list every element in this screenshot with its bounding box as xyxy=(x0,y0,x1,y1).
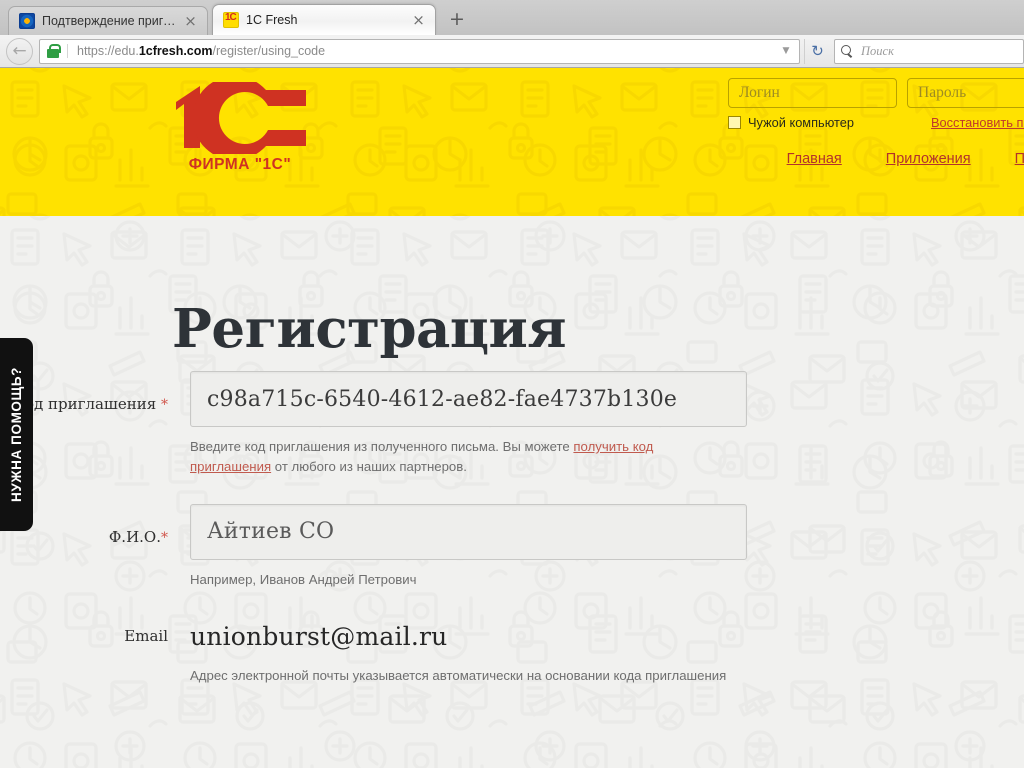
main-content: НУЖНА ПОМОЩЬ? Регистрация Код приглашени… xyxy=(0,216,1024,768)
credential-inputs: Логин Пароль xyxy=(728,78,1024,108)
tab-title: Подтверждение приглаш... xyxy=(42,14,176,28)
foreign-computer-label: Чужой компьютер xyxy=(748,115,854,130)
chevron-down-icon[interactable]: ▼ xyxy=(777,46,795,56)
lock-icon xyxy=(47,44,61,58)
browser-tab-active[interactable]: 1C Fresh × xyxy=(212,4,436,35)
invite-code-field: c98a715c-6540-4612-ae82-fae4737b130e Вве… xyxy=(190,371,1024,478)
email-hint: Адрес электронной почты указывается авто… xyxy=(190,668,727,684)
required-marker: * xyxy=(161,397,168,413)
invite-code-label-text: Код приглашения xyxy=(13,395,157,413)
browser-chrome: Подтверждение приглаш... × 1C Fresh × + … xyxy=(0,0,1024,68)
search-input[interactable]: Поиск xyxy=(834,38,1024,64)
generic-site-icon xyxy=(19,13,35,29)
page-title: Регистрация xyxy=(172,297,567,360)
new-tab-button[interactable]: + xyxy=(443,6,471,34)
full-name-hint: Например, Иванов Андрей Петрович xyxy=(190,571,417,587)
account-options: Чужой компьютер Восстановить пароль xyxy=(728,115,1024,130)
reload-icon[interactable]: ↻ xyxy=(804,38,830,64)
account-panel: Логин Пароль Чужой компьютер Восстановит… xyxy=(728,78,1024,130)
close-icon[interactable]: × xyxy=(410,12,427,29)
close-icon[interactable]: × xyxy=(182,13,199,30)
site-header: ФИРМА "1С" Логин Пароль Чужой компьютер … xyxy=(0,68,1024,216)
password-input[interactable]: Пароль xyxy=(907,78,1024,108)
search-icon xyxy=(841,44,854,58)
invite-code-hint: Введите код приглашения из полученного п… xyxy=(190,437,730,478)
full-name-field: Айтиев СО Например, Иванов Андрей Петров… xyxy=(190,503,1024,590)
tab-strip: Подтверждение приглаш... × 1C Fresh × + xyxy=(0,0,1024,35)
invite-code-hint-text-1: Введите код приглашения из полученного п… xyxy=(190,439,574,454)
checkbox-icon[interactable] xyxy=(728,116,741,129)
restore-password-link[interactable]: Восстановить пароль xyxy=(931,115,1024,130)
tab-title: 1C Fresh xyxy=(246,13,298,27)
site-navigation: Главная Приложения Преимущества xyxy=(787,151,1024,167)
url-scheme: https://edu. xyxy=(77,44,139,58)
page-viewport: ФИРМА "1С" Логин Пароль Чужой компьютер … xyxy=(0,68,1024,768)
email-label: Email xyxy=(124,627,168,646)
need-help-label: НУЖНА ПОМОЩЬ? xyxy=(9,366,24,503)
email-value: unionburst@mail.ru xyxy=(190,622,448,652)
required-marker: * xyxy=(161,529,168,546)
search-placeholder: Поиск xyxy=(861,43,894,58)
url-bar[interactable]: https://edu.1cfresh.com/register/using_c… xyxy=(39,38,800,64)
1c-logo-mark xyxy=(176,82,306,154)
form-row-email: Email unionburst@mail.ru Адрес электронн… xyxy=(0,620,1024,686)
foreign-computer-checkbox-row[interactable]: Чужой компьютер xyxy=(728,115,911,130)
full-name-label-text: Ф.И.О. xyxy=(108,527,161,546)
nav-item-home[interactable]: Главная xyxy=(787,151,842,167)
url-domain: 1cfresh.com xyxy=(138,44,213,58)
nav-item-applications[interactable]: Приложения xyxy=(886,151,971,167)
navigation-toolbar: ← https://edu.1cfresh.com/register/using… xyxy=(0,35,1024,68)
registration-form: Код приглашения * c98a715c-6540-4612-ae8… xyxy=(0,371,1024,687)
form-row-full-name: Ф.И.О.* Айтиев СО Например, Иванов Андре… xyxy=(0,503,1024,590)
url-text: https://edu.1cfresh.com/register/using_c… xyxy=(67,44,777,58)
need-help-tab[interactable]: НУЖНА ПОМОЩЬ? xyxy=(0,338,33,531)
login-input[interactable]: Логин xyxy=(728,78,897,108)
full-name-input[interactable]: Айтиев СО xyxy=(190,503,747,560)
1c-logo[interactable]: ФИРМА "1С" xyxy=(170,82,310,174)
invite-code-input[interactable]: c98a715c-6540-4612-ae82-fae4737b130e xyxy=(190,371,747,427)
email-field: unionburst@mail.ru Адрес электронной поч… xyxy=(190,620,1024,686)
url-path: /register/using_code xyxy=(212,44,326,58)
1c-favicon-icon xyxy=(223,12,239,28)
logo-caption: ФИРМА "1С" xyxy=(188,156,292,173)
browser-tab-inactive[interactable]: Подтверждение приглаш... × xyxy=(8,6,208,35)
form-row-invite-code: Код приглашения * c98a715c-6540-4612-ae8… xyxy=(0,371,1024,478)
back-arrow-icon[interactable]: ← xyxy=(6,37,33,65)
nav-item-advantages[interactable]: Преимущества xyxy=(1015,151,1024,167)
invite-code-hint-text-2: от любого из наших партнеров. xyxy=(271,459,467,475)
